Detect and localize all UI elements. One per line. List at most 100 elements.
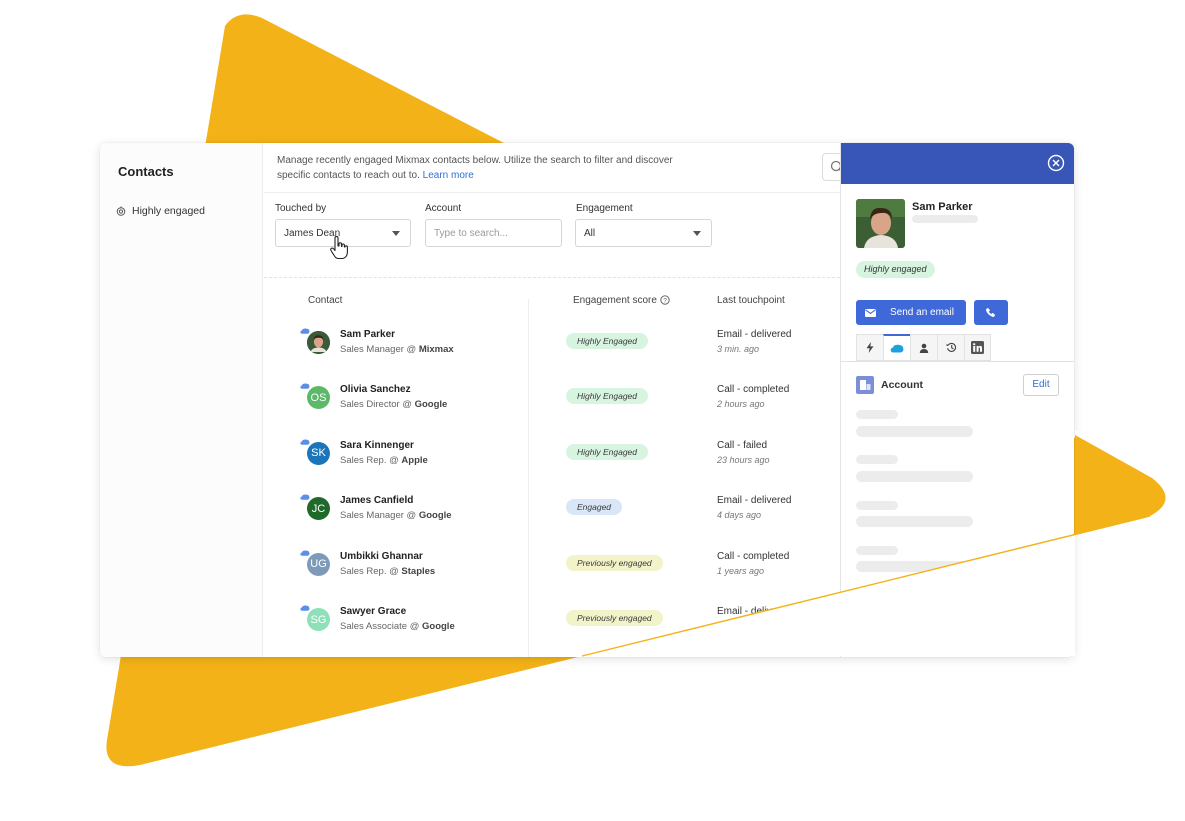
engagement-badge: Previously engaged bbox=[566, 554, 663, 571]
table-row[interactable]: SG Sawyer Grace Sales Associate @ Google Pr… bbox=[264, 604, 840, 657]
avatar-initials: UG bbox=[310, 558, 327, 571]
engagement-badge: Highly Engaged bbox=[566, 333, 649, 349]
salesforce-icon bbox=[300, 383, 310, 390]
svg-text:?: ? bbox=[663, 297, 667, 304]
sidebar-item-highly-engaged[interactable]: Highly engaged bbox=[116, 205, 205, 217]
touched-by-label: Touched by bbox=[275, 203, 327, 214]
contact-name[interactable]: Umbikki Ghannar bbox=[340, 551, 423, 562]
avatar: SK bbox=[307, 441, 330, 465]
contact-name[interactable]: Sawyer Grace bbox=[340, 606, 406, 617]
segment-icon bbox=[116, 206, 126, 216]
avatar-initials: SK bbox=[311, 447, 326, 460]
app-window: Contacts Highly engaged Manage recently … bbox=[100, 143, 1074, 657]
contact-role: Sales Manager @ Mixmax bbox=[340, 344, 454, 355]
avatar-initials: OS bbox=[310, 391, 327, 404]
contact-name[interactable]: James Canfield bbox=[340, 495, 413, 506]
contact-name[interactable]: Sam Parker bbox=[340, 329, 395, 340]
panel-engagement-badge: Highly engaged bbox=[856, 261, 935, 278]
last-touchpoint: Call - completed bbox=[717, 550, 790, 562]
table-row[interactable]: Sam Parker Sales Manager @ Mixmax Highly E… bbox=[264, 327, 840, 382]
divider bbox=[264, 192, 840, 193]
avatar: OS bbox=[307, 386, 330, 410]
close-icon[interactable] bbox=[1047, 154, 1065, 172]
contact-name[interactable]: Olivia Sanchez bbox=[340, 384, 411, 395]
sidebar: Contacts Highly engaged bbox=[100, 143, 263, 657]
engagement-badge: Highly Engaged bbox=[566, 388, 649, 405]
avatar-initials: SG bbox=[310, 613, 327, 626]
contact-title: Sales Rep. @ bbox=[340, 565, 399, 577]
history-icon bbox=[945, 342, 956, 352]
touchpoint-time: 4 days ago bbox=[717, 510, 762, 521]
loading-skeleton bbox=[856, 455, 898, 464]
bolt-icon bbox=[866, 342, 874, 353]
person-icon bbox=[919, 343, 929, 353]
last-touchpoint: Email - deliv bbox=[717, 606, 772, 617]
panel-contact-name: Sam Parker bbox=[912, 201, 973, 213]
loading-skeleton bbox=[856, 546, 898, 555]
help-circle-icon[interactable]: ? bbox=[660, 295, 670, 305]
touchpoint-time: 1 years ago bbox=[717, 565, 765, 576]
loading-skeleton bbox=[856, 471, 973, 482]
tab-history[interactable] bbox=[937, 334, 964, 361]
contact-name[interactable]: Sara Kinnenger bbox=[340, 440, 414, 451]
tab-salesforce[interactable] bbox=[883, 334, 910, 361]
page-description: Manage recently engaged Mixmax contacts … bbox=[277, 153, 697, 183]
send-email-button[interactable]: Send an email bbox=[856, 300, 966, 325]
loading-skeleton bbox=[856, 426, 973, 437]
account-search-input[interactable]: Type to search... bbox=[425, 219, 562, 247]
contact-title: Sales Rep. @ bbox=[340, 454, 399, 466]
salesforce-icon bbox=[300, 605, 310, 611]
contact-company: Google bbox=[422, 621, 455, 632]
call-button[interactable] bbox=[974, 300, 1008, 325]
contact-title: Sales Associate @ bbox=[340, 621, 420, 632]
avatar: UG bbox=[307, 552, 330, 576]
panel-tabs bbox=[856, 334, 991, 361]
contact-company: Apple bbox=[401, 454, 428, 466]
engagement-badge: Previously engaged bbox=[566, 610, 663, 626]
engagement-label: Engagement bbox=[576, 203, 633, 214]
table-row[interactable]: OS Olivia Sanchez Sales Director @ Google H… bbox=[264, 382, 840, 437]
column-header-last-touchpoint: Last touchpoint bbox=[717, 295, 785, 306]
loading-skeleton bbox=[912, 215, 978, 223]
avatar bbox=[307, 331, 330, 354]
divider bbox=[264, 277, 840, 278]
tab-linkedin[interactable] bbox=[964, 334, 991, 361]
salesforce-icon bbox=[890, 344, 904, 352]
hand-cursor-icon bbox=[330, 236, 348, 260]
account-section-title: Account bbox=[881, 379, 923, 391]
tab-activity[interactable] bbox=[856, 334, 883, 361]
salesforce-icon bbox=[300, 439, 310, 445]
contact-role: Sales Rep. @ Staples bbox=[340, 566, 435, 577]
edit-button[interactable]: Edit bbox=[1023, 374, 1059, 396]
contact-role: Sales Director @ Google bbox=[340, 399, 447, 410]
mail-icon bbox=[865, 308, 876, 317]
column-header-engagement-label: Engagement score bbox=[573, 295, 657, 306]
loading-skeleton bbox=[856, 561, 973, 572]
contact-company: Staples bbox=[401, 565, 436, 577]
contact-title: Sales Manager @ bbox=[340, 510, 417, 522]
avatar-initials: JC bbox=[311, 502, 326, 515]
last-touchpoint: Call - completed bbox=[717, 384, 790, 396]
salesforce-icon bbox=[300, 494, 310, 500]
touchpoint-time: 2 hours ago bbox=[717, 399, 765, 410]
contact-role: Sales Rep. @ Apple bbox=[340, 455, 428, 466]
contact-role: Sales Manager @ Google bbox=[340, 510, 452, 521]
touchpoint-time: 23 hours ago bbox=[717, 454, 770, 465]
touchpoint-time: 3 min. ago bbox=[717, 344, 760, 354]
contact-company: Mixmax bbox=[418, 344, 454, 355]
last-touchpoint: Email - delivered bbox=[717, 329, 792, 340]
contact-company: Google bbox=[418, 510, 452, 522]
table-row[interactable]: SK Sara Kinnenger Sales Rep. @ Apple Highly… bbox=[264, 438, 840, 493]
table-row[interactable]: UG Umbikki Ghannar Sales Rep. @ Staples Pre… bbox=[264, 549, 840, 604]
tab-profile[interactable] bbox=[910, 334, 937, 361]
chevron-down-icon bbox=[693, 231, 701, 236]
contact-photo bbox=[856, 199, 905, 248]
learn-more-link[interactable]: Learn more bbox=[423, 170, 474, 181]
table-row[interactable]: JC James Canfield Sales Manager @ Google En… bbox=[264, 493, 840, 548]
send-email-label: Send an email bbox=[890, 307, 954, 318]
main-content: Manage recently engaged Mixmax contacts … bbox=[264, 143, 852, 657]
contact-detail-panel: Sam Parker Highly engaged Send an email bbox=[840, 143, 1074, 657]
engagement-select[interactable]: All bbox=[575, 219, 712, 247]
account-placeholder: Type to search... bbox=[434, 227, 508, 239]
salesforce-icon bbox=[300, 550, 310, 556]
